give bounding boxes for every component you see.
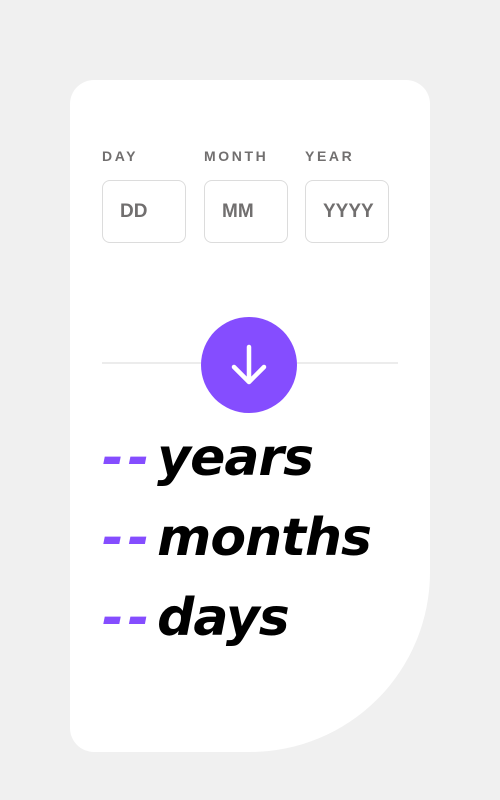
years-result: --years xyxy=(102,432,314,484)
months-result: --months xyxy=(102,512,372,564)
date-field-labels: DAY MONTH YEAR xyxy=(102,148,402,168)
months-unit: months xyxy=(157,508,372,568)
day-input[interactable] xyxy=(102,180,186,243)
days-unit: days xyxy=(157,588,290,648)
years-value: -- xyxy=(102,428,154,488)
days-result: --days xyxy=(102,592,290,644)
years-unit: years xyxy=(157,428,314,488)
days-value: -- xyxy=(102,588,154,648)
year-input[interactable] xyxy=(305,180,389,243)
arrow-down-icon xyxy=(228,343,270,387)
year-label: YEAR xyxy=(305,148,355,164)
day-label: DAY xyxy=(102,148,139,164)
month-input[interactable] xyxy=(204,180,288,243)
month-label: MONTH xyxy=(204,148,269,164)
age-calculator-card: DAY MONTH YEAR --years --months --days xyxy=(70,80,430,752)
calculate-button[interactable] xyxy=(201,317,297,413)
months-value: -- xyxy=(102,508,154,568)
